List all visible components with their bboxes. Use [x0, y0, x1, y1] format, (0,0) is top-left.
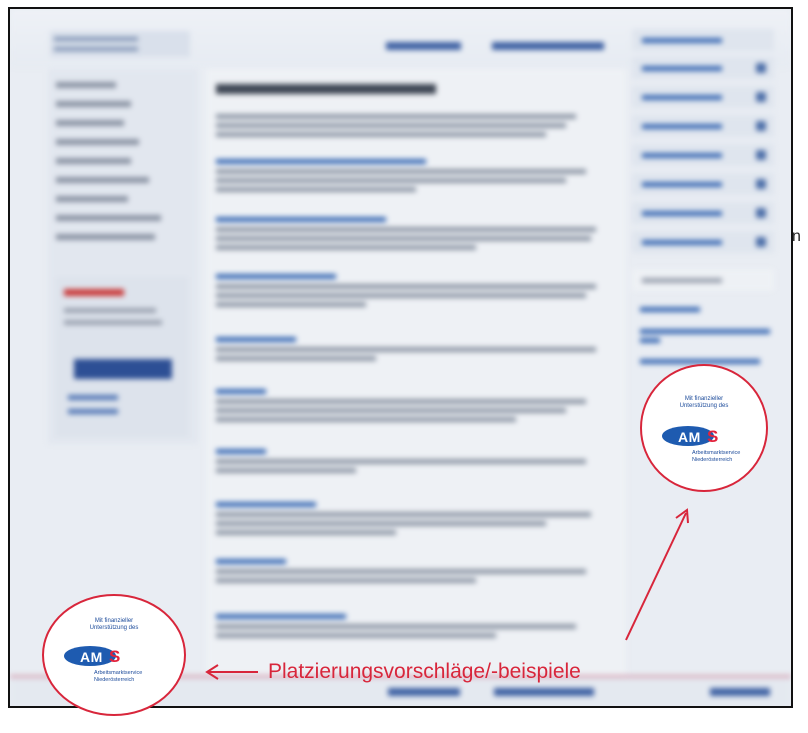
placement-caption: Platzierungsvorschläge/-beispiele	[268, 660, 581, 683]
annotation-arrows	[205, 508, 689, 680]
left-arrow-icon	[205, 664, 258, 680]
up-right-arrow-icon	[625, 508, 689, 641]
